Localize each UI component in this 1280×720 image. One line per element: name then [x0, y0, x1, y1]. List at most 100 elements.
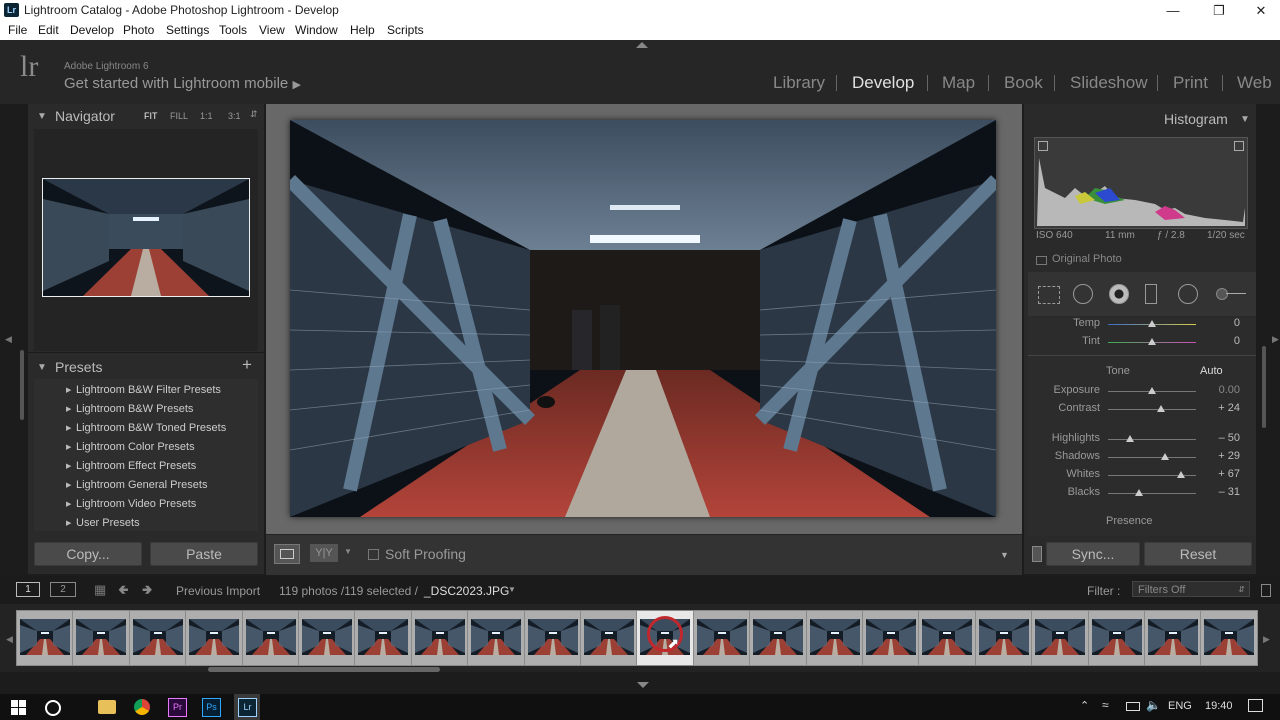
copy-button[interactable]: Copy... [34, 542, 142, 566]
before-after-icon[interactable]: Y|Y [310, 544, 338, 562]
right-scrollbar[interactable] [1262, 346, 1266, 428]
filmstrip-thumbnail[interactable] [692, 610, 751, 666]
preset-folder[interactable]: ▶ Lightroom Video Presets [66, 498, 196, 510]
wifi-icon[interactable]: ≈ [1102, 698, 1109, 712]
radial-filter-icon[interactable] [1178, 284, 1198, 304]
menu-settings[interactable]: Settings [166, 23, 209, 37]
paste-button[interactable]: Paste [150, 542, 258, 566]
auto-tone-button[interactable]: Auto [1200, 365, 1223, 377]
tint-slider-knob[interactable] [1148, 338, 1156, 345]
clock[interactable]: 19:40 [1205, 700, 1233, 712]
add-preset-icon[interactable]: + [242, 355, 252, 375]
spot-removal-icon[interactable] [1073, 284, 1093, 304]
left-scrollbar[interactable] [20, 350, 24, 420]
filter-select[interactable]: Filters Off ⇵ [1132, 581, 1250, 597]
graduated-filter-icon[interactable] [1145, 284, 1157, 304]
tray-expand-icon[interactable]: ⌃ [1080, 699, 1089, 712]
filmstrip-thumbnail[interactable] [1144, 610, 1202, 666]
zoom-stepper-icon[interactable]: ⇵ [250, 109, 258, 120]
red-eye-icon[interactable] [1109, 284, 1129, 304]
preset-folder[interactable]: ▶ Lightroom B&W Filter Presets [66, 384, 221, 396]
loupe-view-icon[interactable] [274, 544, 300, 564]
filmstrip-scrollbar[interactable] [208, 667, 440, 672]
before-after-dropdown-icon[interactable]: ▼ [344, 547, 352, 556]
filename-dropdown-icon[interactable]: ▼ [508, 585, 516, 594]
menu-develop[interactable]: Develop [70, 23, 114, 37]
zoom-1-1[interactable]: 1:1 [200, 111, 213, 121]
close-button[interactable]: ✕ [1238, 0, 1280, 21]
filmstrip-thumbnail[interactable] [241, 610, 300, 666]
filmstrip-thumbnail[interactable] [354, 610, 413, 666]
lightroom-taskbar-active[interactable]: Lr [234, 694, 260, 720]
chrome-icon[interactable] [134, 699, 150, 715]
filmstrip-thumbnail[interactable] [1200, 610, 1259, 666]
crop-tool-icon[interactable] [1038, 286, 1060, 304]
filmstrip-thumbnail[interactable] [1031, 610, 1090, 666]
menu-photo[interactable]: Photo [123, 23, 154, 37]
preset-folder[interactable]: ▶ Lightroom General Presets [66, 479, 207, 491]
back-arrow-icon[interactable]: 🢀 [118, 581, 129, 603]
main-photo[interactable] [290, 120, 996, 517]
menu-scripts[interactable]: Scripts [387, 23, 424, 37]
module-print[interactable]: Print [1173, 73, 1208, 93]
minimize-button[interactable]: — [1150, 0, 1196, 21]
collapse-right-panel-icon[interactable]: ▶ [1272, 334, 1279, 345]
exposure-slider-knob[interactable] [1148, 387, 1156, 394]
filmstrip-thumbnail[interactable] [72, 610, 131, 666]
zoom-fill[interactable]: FILL [170, 111, 188, 121]
module-web[interactable]: Web [1237, 73, 1272, 93]
cortana-icon[interactable] [45, 700, 61, 716]
menu-tools[interactable]: Tools [219, 23, 247, 37]
filmstrip-thumbnail[interactable] [467, 610, 526, 666]
reset-button[interactable]: Reset [1144, 542, 1252, 566]
filmstrip-thumbnail[interactable] [974, 610, 1033, 666]
zoom-fit[interactable]: FIT [144, 111, 158, 121]
battery-icon[interactable] [1126, 702, 1140, 711]
maximize-button[interactable]: ❐ [1196, 0, 1242, 21]
collapse-left-panel-icon[interactable]: ◀ [5, 334, 12, 345]
volume-icon[interactable]: 🔈 [1146, 698, 1161, 712]
filmstrip-thumbnail[interactable] [749, 610, 808, 666]
toolbar-options-icon[interactable]: ▼ [1000, 550, 1009, 560]
preset-folder[interactable]: ▶ Lightroom Effect Presets [66, 460, 196, 472]
sync-toggle-switch[interactable] [1032, 546, 1042, 562]
zoom-3-1[interactable]: 3:1 [228, 111, 241, 121]
module-map[interactable]: Map [942, 73, 975, 93]
preset-folder[interactable]: ▶ User Presets [66, 517, 140, 529]
filmstrip-thumbnail[interactable] [298, 610, 356, 666]
highlights-slider-knob[interactable] [1126, 435, 1134, 442]
blacks-slider[interactable] [1108, 493, 1196, 494]
preset-folder[interactable]: ▶ Lightroom B&W Presets [66, 403, 193, 415]
adjustment-brush-icon[interactable] [1216, 286, 1246, 300]
presets-collapse-icon[interactable]: ▼ [37, 362, 47, 373]
menu-help[interactable]: Help [350, 23, 375, 37]
filmstrip-thumbnail[interactable] [580, 610, 638, 666]
selected-filename[interactable]: _DSC2023.JPG [424, 584, 509, 598]
navigator-collapse-icon[interactable]: ▼ [37, 111, 47, 122]
primary-window-button[interactable]: 1 [16, 582, 40, 597]
module-library[interactable]: Library [773, 73, 825, 93]
premiere-icon[interactable]: Pr [168, 698, 187, 717]
filmstrip-thumbnail[interactable] [862, 610, 920, 666]
forward-arrow-icon[interactable]: 🢂 [142, 581, 153, 603]
filmstrip-thumbnail[interactable] [128, 610, 187, 666]
highlights-slider[interactable] [1108, 439, 1196, 440]
filmstrip-thumbnail[interactable] [185, 610, 244, 666]
filmstrip-thumbnail[interactable] [805, 610, 864, 666]
sync-button[interactable]: Sync... [1046, 542, 1140, 566]
filmstrip-thumbnail[interactable] [918, 610, 977, 666]
menu-window[interactable]: Window [295, 23, 338, 37]
photoshop-icon[interactable]: Ps [202, 698, 221, 717]
whites-slider-knob[interactable] [1177, 471, 1186, 478]
language-indicator[interactable]: ENG [1168, 700, 1192, 712]
filmstrip-scroll-right-icon[interactable]: ▶ [1263, 634, 1270, 645]
windows-start-icon[interactable] [11, 700, 26, 715]
navigator-thumbnail[interactable] [42, 178, 250, 297]
filmstrip-thumbnail[interactable] [1087, 610, 1146, 666]
filmstrip-thumbnail[interactable] [16, 610, 74, 666]
preset-folder[interactable]: ▶ Lightroom Color Presets [66, 441, 195, 453]
blacks-slider-knob[interactable] [1134, 489, 1143, 496]
filter-lock-icon[interactable] [1261, 584, 1271, 597]
menu-file[interactable]: File [8, 23, 27, 37]
source-label[interactable]: Previous Import [176, 584, 260, 598]
